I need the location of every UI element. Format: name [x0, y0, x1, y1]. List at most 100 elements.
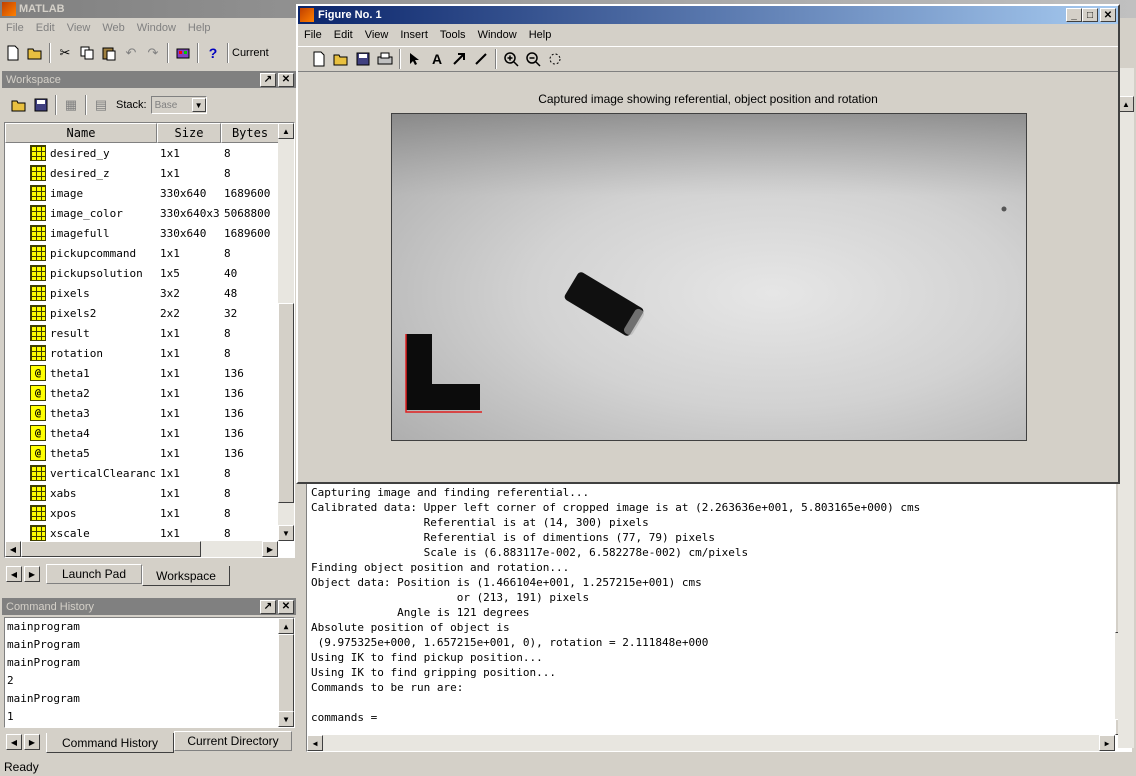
- history-item[interactable]: mainProgram: [7, 638, 294, 656]
- open-folder-icon[interactable]: [24, 42, 46, 64]
- history-scroll-up-icon[interactable]: ▲: [278, 618, 294, 634]
- tab-scroll-right-icon[interactable]: ▶: [24, 566, 40, 582]
- command-window[interactable]: Capturing image and finding referential.…: [306, 482, 1132, 752]
- table-row[interactable]: pickupcommand 1x1 8: [5, 243, 279, 263]
- history-item[interactable]: mainProgram: [7, 656, 294, 674]
- figure-new-icon[interactable]: [308, 48, 330, 70]
- undock-icon[interactable]: ↗: [260, 72, 276, 87]
- history-item[interactable]: mainprogram: [7, 620, 294, 638]
- table-row[interactable]: xscale 1x1 8: [5, 523, 279, 543]
- figure-menu-tools[interactable]: Tools: [434, 29, 472, 41]
- workspace-vertical-scrollbar[interactable]: ▲ ▼: [278, 123, 294, 541]
- close-icon[interactable]: ✕: [278, 72, 294, 87]
- tab-command-history[interactable]: Command History: [46, 733, 174, 753]
- table-row[interactable]: pickupsolution 1x5 40: [5, 263, 279, 283]
- workspace-panel-title[interactable]: Workspace ↗ ✕: [2, 71, 296, 88]
- insert-text-icon[interactable]: A: [426, 48, 448, 70]
- menu-edit[interactable]: Edit: [30, 22, 61, 34]
- menu-file[interactable]: File: [0, 22, 30, 34]
- undo-icon[interactable]: ↶: [120, 42, 142, 64]
- figure-menu-insert[interactable]: Insert: [394, 29, 434, 41]
- history-item[interactable]: mainProgram: [7, 692, 294, 710]
- command-scroll-right-icon[interactable]: ▶: [1099, 735, 1115, 751]
- close-history-icon[interactable]: ✕: [278, 599, 294, 614]
- insert-arrow-icon[interactable]: [448, 48, 470, 70]
- scroll-right-icon[interactable]: ▶: [262, 541, 278, 557]
- command-scroll-left-icon[interactable]: ◀: [307, 735, 323, 751]
- figure-save-icon[interactable]: [352, 48, 374, 70]
- table-row[interactable]: verticalClearance 1x1 8: [5, 463, 279, 483]
- figure-close-icon[interactable]: ✕: [1100, 8, 1116, 22]
- table-row[interactable]: @ theta2 1x1 136: [5, 383, 279, 403]
- menu-web[interactable]: Web: [96, 22, 130, 34]
- table-row[interactable]: image_color 330x640x3 5068800: [5, 203, 279, 223]
- workspace-horizontal-scrollbar[interactable]: ◀ ▶: [5, 541, 278, 557]
- table-row[interactable]: @ theta5 1x1 136: [5, 443, 279, 463]
- scroll-down-icon[interactable]: ▼: [278, 525, 294, 541]
- table-row[interactable]: desired_y 1x1 8: [5, 143, 279, 163]
- table-row[interactable]: image 330x640 1689600: [5, 183, 279, 203]
- tab-scroll-left-icon[interactable]: ◀: [6, 566, 22, 582]
- rotate-icon[interactable]: [544, 48, 566, 70]
- history-tab-scroll-left-icon[interactable]: ◀: [6, 734, 22, 750]
- table-row[interactable]: xpos 1x1 8: [5, 503, 279, 523]
- figure-window[interactable]: Figure No. 1 _ □ ✕ File Edit View Insert…: [296, 4, 1120, 484]
- help-icon[interactable]: ?: [202, 42, 224, 64]
- menu-help[interactable]: Help: [182, 22, 217, 34]
- load-data-icon[interactable]: [8, 94, 30, 116]
- figure-menu-view[interactable]: View: [359, 29, 395, 41]
- history-scroll-thumb[interactable]: [278, 634, 294, 712]
- stack-select[interactable]: Base ▼: [150, 96, 207, 114]
- table-row[interactable]: @ theta3 1x1 136: [5, 403, 279, 423]
- history-tab-scroll-right-icon[interactable]: ▶: [24, 734, 40, 750]
- table-row[interactable]: result 1x1 8: [5, 323, 279, 343]
- minimize-icon[interactable]: _: [1066, 8, 1082, 22]
- print-icon[interactable]: [374, 48, 396, 70]
- simulink-icon[interactable]: [172, 42, 194, 64]
- column-header-name[interactable]: Name: [5, 123, 157, 143]
- table-row[interactable]: @ theta1 1x1 136: [5, 363, 279, 383]
- figure-menu-edit[interactable]: Edit: [328, 29, 359, 41]
- zoom-out-icon[interactable]: [522, 48, 544, 70]
- chevron-down-icon[interactable]: ▼: [191, 98, 206, 112]
- open-selection-icon[interactable]: ▦: [60, 94, 82, 116]
- scroll-thumb-horizontal[interactable]: [21, 541, 201, 557]
- select-arrow-icon[interactable]: [404, 48, 426, 70]
- new-file-icon[interactable]: [2, 42, 24, 64]
- history-item[interactable]: 2: [7, 674, 294, 692]
- menu-view[interactable]: View: [61, 22, 97, 34]
- history-vertical-scrollbar[interactable]: ▲ ▼: [278, 618, 294, 727]
- figure-open-icon[interactable]: [330, 48, 352, 70]
- redo-icon[interactable]: ↷: [142, 42, 164, 64]
- command-horizontal-scrollbar[interactable]: ◀ ▶: [307, 735, 1115, 751]
- right-scroll-up-icon[interactable]: ▲: [1118, 96, 1134, 112]
- history-item[interactable]: 1: [7, 710, 294, 727]
- delete-icon[interactable]: ▤: [90, 94, 112, 116]
- figure-titlebar[interactable]: Figure No. 1 _ □ ✕: [298, 6, 1118, 24]
- scroll-thumb[interactable]: [278, 303, 294, 503]
- scroll-left-icon[interactable]: ◀: [5, 541, 21, 557]
- table-row[interactable]: rotation 1x1 8: [5, 343, 279, 363]
- history-panel-title[interactable]: Command History ↗ ✕: [2, 598, 296, 615]
- figure-menu-help[interactable]: Help: [523, 29, 558, 41]
- paste-icon[interactable]: [98, 42, 120, 64]
- maximize-icon[interactable]: □: [1082, 8, 1098, 22]
- tab-current-directory[interactable]: Current Directory: [174, 731, 292, 751]
- tab-launch-pad[interactable]: Launch Pad: [46, 564, 142, 584]
- zoom-in-icon[interactable]: [500, 48, 522, 70]
- table-row[interactable]: desired_z 1x1 8: [5, 163, 279, 183]
- tab-workspace[interactable]: Workspace: [142, 566, 230, 586]
- table-row[interactable]: @ theta4 1x1 136: [5, 423, 279, 443]
- figure-menu-window[interactable]: Window: [472, 29, 523, 41]
- copy-icon[interactable]: [76, 42, 98, 64]
- cut-icon[interactable]: ✂: [54, 42, 76, 64]
- history-scroll-down-icon[interactable]: ▼: [278, 711, 294, 727]
- table-row[interactable]: pixels 3x2 48: [5, 283, 279, 303]
- column-header-size[interactable]: Size: [157, 123, 221, 143]
- save-workspace-icon[interactable]: [30, 94, 52, 116]
- menu-window[interactable]: Window: [131, 22, 182, 34]
- undock-history-icon[interactable]: ↗: [260, 599, 276, 614]
- table-row[interactable]: imagefull 330x640 1689600: [5, 223, 279, 243]
- table-row[interactable]: xabs 1x1 8: [5, 483, 279, 503]
- right-edge-scrollbar[interactable]: ▲: [1118, 68, 1134, 748]
